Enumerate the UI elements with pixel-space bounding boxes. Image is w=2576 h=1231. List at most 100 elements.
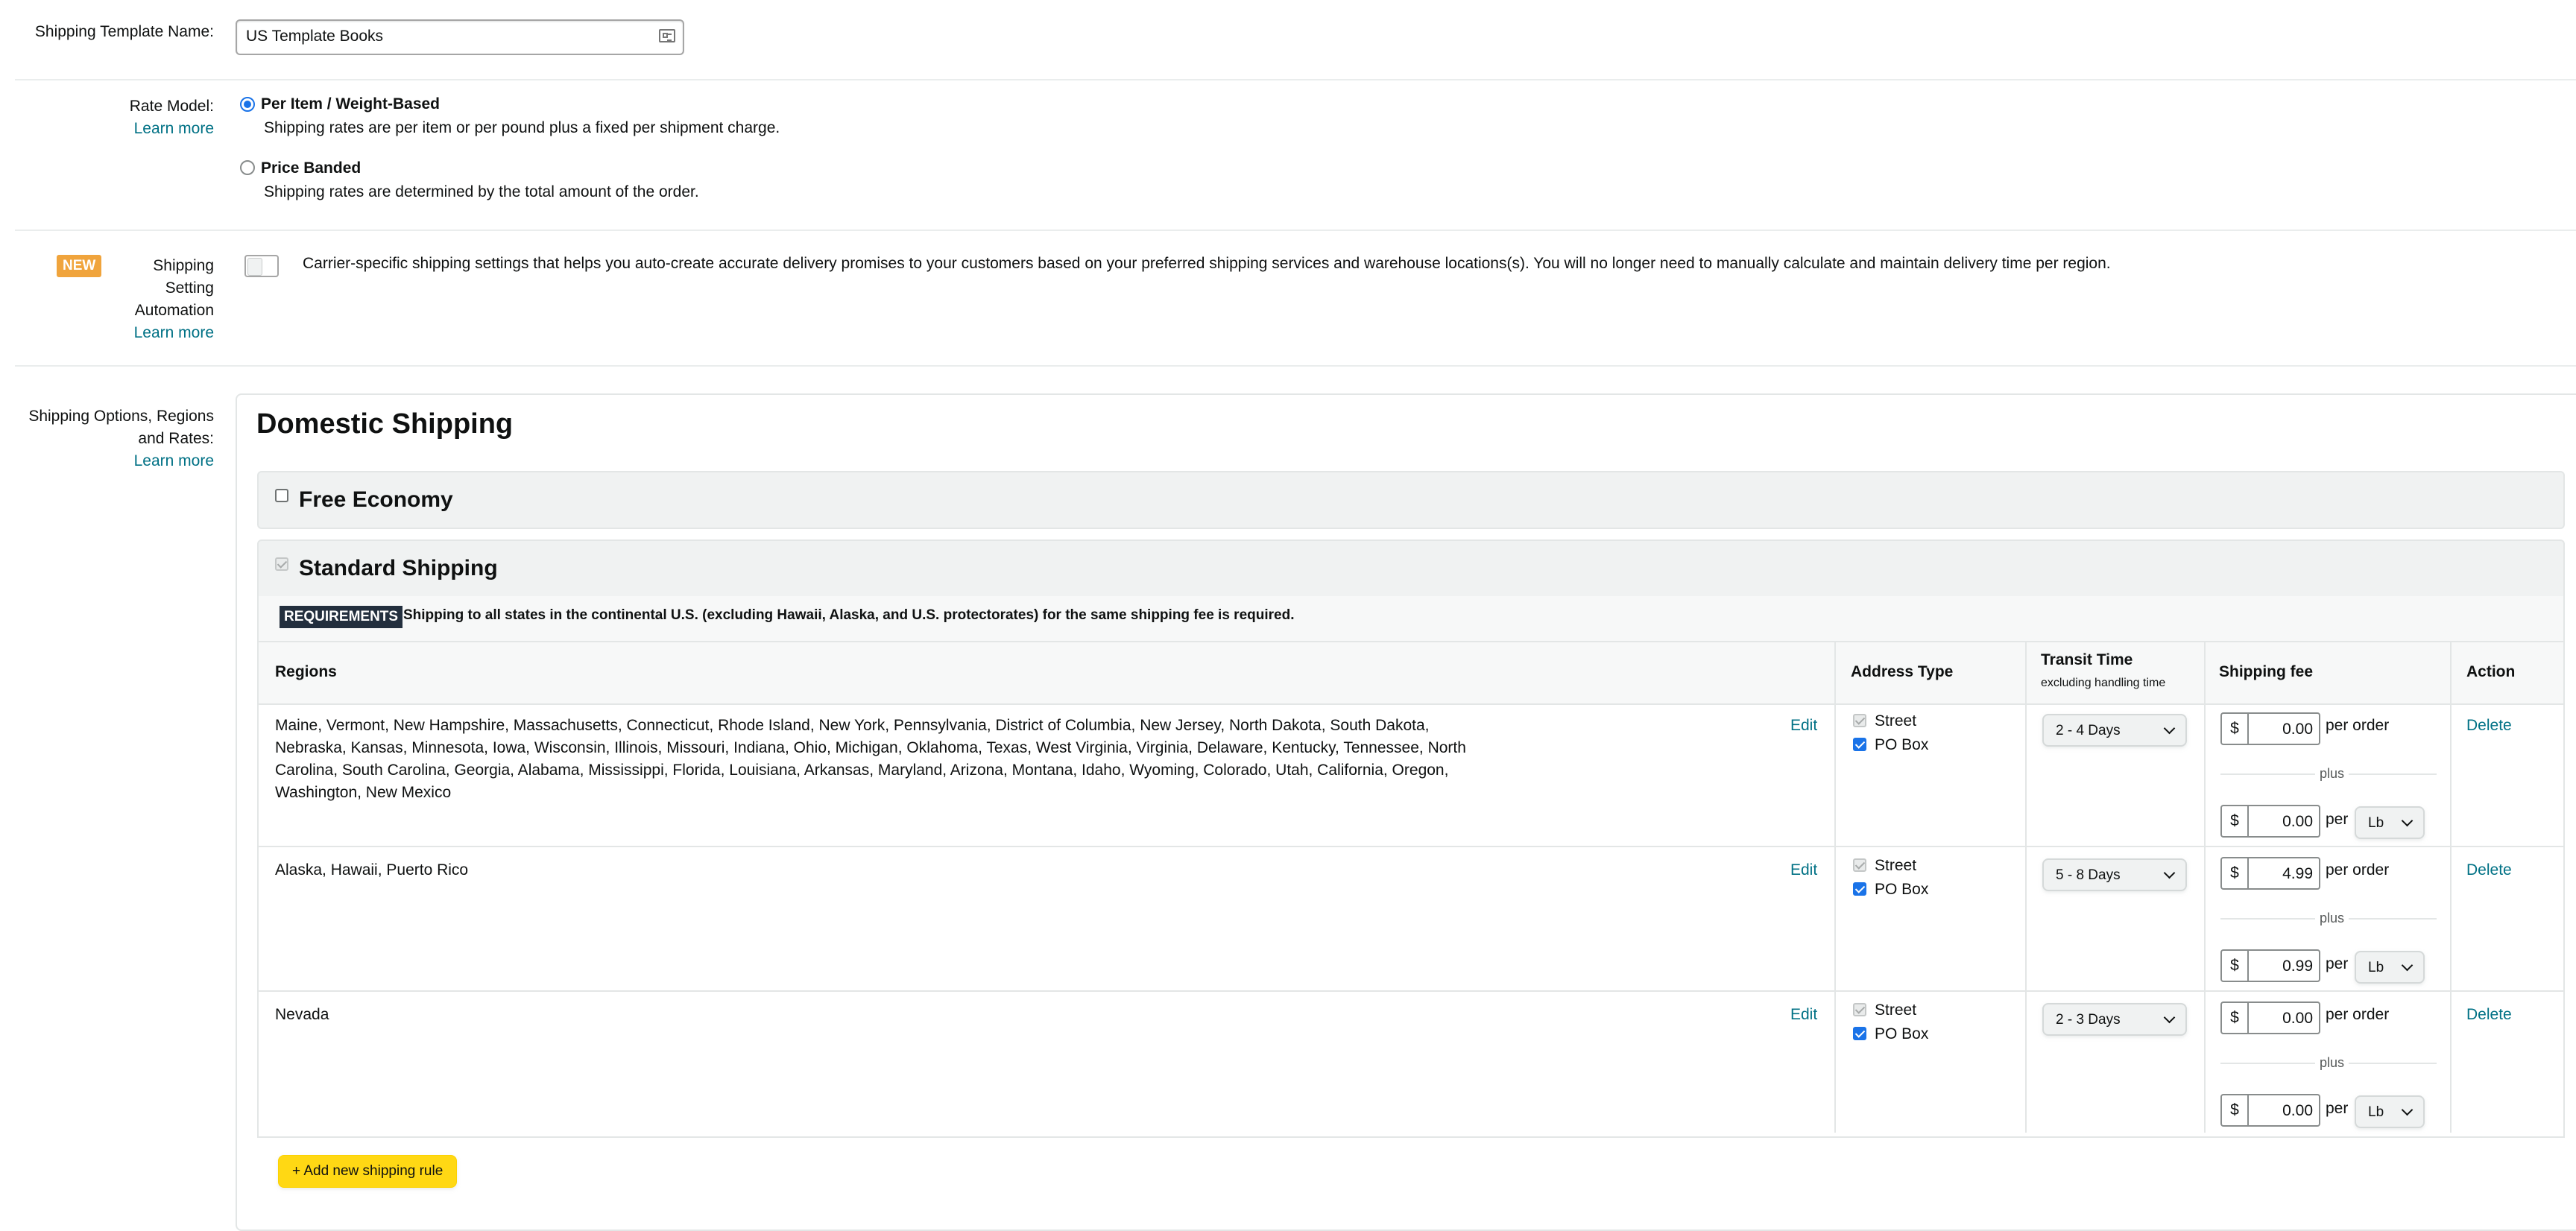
chevron-down-icon <box>2401 1104 2414 1116</box>
weight-unit-value: Lb <box>2368 815 2384 831</box>
options-label-line2: and Rates: <box>138 430 214 447</box>
automation-description: Carrier-specific shipping settings that … <box>303 255 2111 272</box>
per-label: per <box>2326 1100 2349 1117</box>
free-economy-checkbox[interactable] <box>275 489 288 502</box>
per-unit-amount: 0.99 <box>2282 958 2313 975</box>
delete-link[interactable]: Delete <box>2466 717 2512 735</box>
transit-time-value: 2 - 3 Days <box>2056 1012 2121 1028</box>
col-transit-time: Transit Time <box>2041 651 2133 668</box>
standard-shipping-checkbox <box>275 557 288 571</box>
add-shipping-rule-button[interactable]: + Add new shipping rule <box>278 1155 458 1188</box>
weight-unit-select[interactable]: Lb <box>2355 1095 2425 1128</box>
chevron-down-icon <box>2163 722 2176 735</box>
rate-model-label: Rate Model: <box>129 98 214 115</box>
per-order-fee-input[interactable]: $ 4.99 <box>2220 857 2320 890</box>
po-box-checkbox[interactable] <box>1853 1027 1866 1040</box>
po-box-checkbox[interactable] <box>1853 882 1866 896</box>
edit-link[interactable]: Edit <box>1790 1006 1817 1024</box>
po-box-label: PO Box <box>1875 736 1929 753</box>
street-checkbox <box>1853 714 1866 727</box>
options-label-line1: Shipping Options, Regions <box>28 408 214 425</box>
free-economy-label: Free Economy <box>299 487 453 512</box>
requirements-text: Shipping to all states in the continenta… <box>403 607 1295 623</box>
col-shipping-fee: Shipping fee <box>2219 663 2313 680</box>
template-name-input[interactable]: US Template Books <box>236 19 684 55</box>
column-divider <box>2025 641 2027 1133</box>
automation-label-line3: Automation <box>134 302 214 319</box>
automation-label-line1: Shipping <box>153 257 214 274</box>
street-checkbox <box>1853 858 1866 872</box>
per-order-label: per order <box>2326 1006 2390 1023</box>
transit-time-select[interactable]: 5 - 8 Days <box>2042 858 2187 891</box>
edit-link[interactable]: Edit <box>1790 717 1817 735</box>
free-economy-section: Free Economy <box>257 471 2565 529</box>
currency-symbol: $ <box>2222 858 2249 888</box>
per-unit-fee-input[interactable]: $ 0.00 <box>2220 1094 2320 1127</box>
rate-model-learn-more-link[interactable]: Learn more <box>0 118 214 140</box>
template-name-label: Shipping Template Name: <box>34 23 214 40</box>
per-order-fee-input[interactable]: $ 0.00 <box>2220 712 2320 745</box>
currency-symbol: $ <box>2222 1095 2249 1125</box>
automation-label-line2: Setting <box>165 279 214 297</box>
contact-card-icon <box>659 29 675 42</box>
po-box-checkbox[interactable] <box>1853 738 1866 751</box>
street-label: Street <box>1875 857 1917 874</box>
chevron-down-icon <box>2401 959 2414 972</box>
col-address-type: Address Type <box>1851 663 1954 680</box>
weight-unit-select[interactable]: Lb <box>2355 806 2425 839</box>
plus-label: plus <box>2315 766 2349 782</box>
per-label: per <box>2326 955 2349 972</box>
requirements-bar: REQUIREMENTS Shipping to all states in t… <box>257 596 2565 641</box>
plus-label: plus <box>2315 911 2349 926</box>
col-action: Action <box>2466 663 2516 680</box>
delete-link[interactable]: Delete <box>2466 1006 2512 1024</box>
currency-symbol: $ <box>2222 1003 2249 1033</box>
transit-time-select[interactable]: 2 - 3 Days <box>2042 1003 2187 1036</box>
chevron-down-icon <box>2163 1011 2176 1024</box>
divider <box>15 79 2576 80</box>
price-banded-radio[interactable] <box>240 160 255 175</box>
price-banded-title: Price Banded <box>261 159 362 177</box>
requirements-badge: REQUIREMENTS <box>280 606 403 628</box>
po-box-label: PO Box <box>1875 881 1929 898</box>
automation-toggle[interactable] <box>244 255 279 277</box>
standard-shipping-section: Standard Shipping <box>257 539 2565 596</box>
delete-link[interactable]: Delete <box>2466 861 2512 879</box>
currency-symbol: $ <box>2222 806 2249 836</box>
per-order-fee-input[interactable]: $ 0.00 <box>2220 1001 2320 1034</box>
options-learn-more-link[interactable]: Learn more <box>0 450 214 472</box>
row-divider <box>259 990 2563 992</box>
currency-symbol: $ <box>2222 714 2249 744</box>
chevron-down-icon <box>2401 814 2414 827</box>
column-divider <box>1834 641 1836 1133</box>
weight-unit-select[interactable]: Lb <box>2355 951 2425 984</box>
row-divider <box>259 846 2563 847</box>
street-label: Street <box>1875 1001 1917 1019</box>
per-order-amount: 4.99 <box>2282 865 2313 882</box>
chevron-down-icon <box>2163 867 2176 879</box>
row-regions: Washington, New Mexico <box>275 784 452 801</box>
po-box-label: PO Box <box>1875 1025 1929 1042</box>
transit-time-value: 5 - 8 Days <box>2056 867 2121 883</box>
row-regions: Nebraska, Kansas, Minnesota, Iowa, Wisco… <box>275 739 1466 756</box>
per-item-description: Shipping rates are per item or per pound… <box>264 119 780 136</box>
automation-learn-more-link[interactable]: Learn more <box>0 322 214 344</box>
per-order-label: per order <box>2326 717 2390 734</box>
weight-unit-value: Lb <box>2368 960 2384 975</box>
table-header: Regions Address Type Transit Time exclud… <box>259 641 2563 705</box>
col-regions: Regions <box>275 663 337 680</box>
per-item-radio[interactable] <box>240 97 255 112</box>
col-transit-subtitle: excluding handling time <box>2041 677 2166 689</box>
street-label: Street <box>1875 712 1917 730</box>
per-order-label: per order <box>2326 861 2390 879</box>
divider <box>15 365 2576 367</box>
per-unit-fee-input[interactable]: $ 0.00 <box>2220 805 2320 838</box>
edit-link[interactable]: Edit <box>1790 861 1817 879</box>
weight-unit-value: Lb <box>2368 1104 2384 1120</box>
template-name-value: US Template Books <box>246 28 384 45</box>
row-regions: Alaska, Hawaii, Puerto Rico <box>275 861 469 879</box>
per-unit-amount: 0.00 <box>2282 1102 2313 1119</box>
per-unit-fee-input[interactable]: $ 0.99 <box>2220 949 2320 982</box>
transit-time-select[interactable]: 2 - 4 Days <box>2042 714 2187 747</box>
per-item-title: Per Item / Weight-Based <box>261 95 441 113</box>
